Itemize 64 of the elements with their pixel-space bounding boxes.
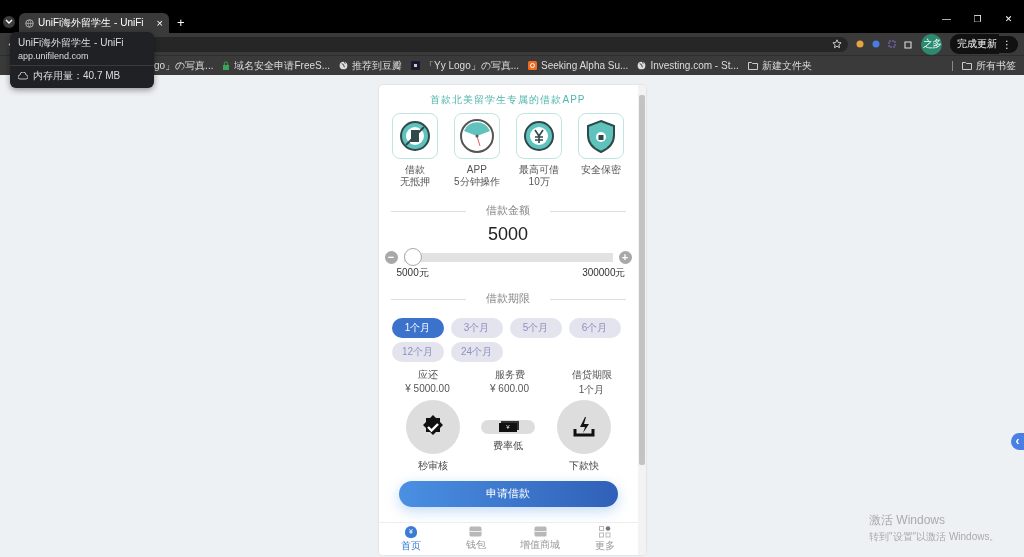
tooltip-title: UniFi海外留学生 - UniFi xyxy=(18,36,125,50)
globe-icon xyxy=(25,18,34,28)
bookmark-link[interactable]: 「Yy Logo」の写真... xyxy=(411,58,520,73)
browser-tab[interactable]: UniFi海外留学生 - UniFi × xyxy=(19,13,169,33)
close-tab-button[interactable]: × xyxy=(156,17,163,29)
summary-label: 借贷期限 xyxy=(571,368,612,382)
memory-usage: 内存用量：40.7 MB xyxy=(33,69,121,83)
feature-label: 安全保密 xyxy=(581,164,622,176)
yen-coin-icon xyxy=(523,120,556,152)
site-logo-icon xyxy=(528,61,538,70)
perk-label: 费率低 xyxy=(493,439,523,453)
apply-loan-button[interactable]: 申请借款 xyxy=(398,481,618,507)
grid-icon xyxy=(599,525,612,538)
activation-title: 激活 Windows xyxy=(869,512,946,529)
bookmark-link[interactable]: 域名安全申请FreeS... xyxy=(222,58,331,73)
section-title: 借款金额 xyxy=(486,204,530,218)
loan-amount: 5000 xyxy=(486,224,529,245)
bookmark-link[interactable]: Investing.com - St... xyxy=(637,60,739,71)
square-logo-icon xyxy=(411,61,421,70)
term-option[interactable]: 1个月 xyxy=(391,318,444,338)
feature-label: APP 5分钟操作 xyxy=(454,164,500,188)
star-icon[interactable] xyxy=(832,39,842,49)
summary-value: ¥ 5000.00 xyxy=(405,383,450,394)
perk-label: 下款快 xyxy=(568,459,599,473)
no-pledge-icon xyxy=(398,120,431,152)
summary-value: ¥ 600.00 xyxy=(490,383,529,394)
folder-icon xyxy=(962,61,972,70)
headline: 首款北美留学生专属的借款APP xyxy=(429,93,587,107)
feature-label: 最高可借 10万 xyxy=(519,164,560,188)
cloud-icon xyxy=(18,72,28,80)
section-title: 借款期限 xyxy=(486,292,530,306)
globe-icon xyxy=(637,61,647,70)
summary-value: 1个月 xyxy=(578,383,605,397)
globe-icon xyxy=(339,61,349,70)
update-button[interactable]: 完成更新 xyxy=(950,34,999,54)
profile-avatar[interactable]: 之多 xyxy=(921,33,942,55)
all-bookmarks-folder[interactable]: 所有书签 xyxy=(962,58,1016,73)
summary-label: 应还 xyxy=(417,368,438,382)
download-bolt-icon xyxy=(571,415,596,439)
bookmark-link[interactable]: 新建文件夹 xyxy=(747,58,812,73)
activation-text: 转到"设置"以激活 Windows。 xyxy=(869,530,1000,544)
wallet-icon xyxy=(469,526,483,537)
bookmark-link[interactable]: Seeking Alpha Su... xyxy=(528,60,629,71)
lock-icon xyxy=(222,61,231,70)
min-amount: 5000元 xyxy=(396,266,429,280)
bookmark-link[interactable]: go」の写真... xyxy=(154,58,214,73)
side-drawer-handle[interactable]: ‹ xyxy=(1011,433,1024,450)
max-amount: 300000元 xyxy=(582,266,626,280)
window-control-button[interactable]: ❐ xyxy=(962,14,993,24)
bookmark-link[interactable]: 推荐到豆瓣 xyxy=(339,58,403,73)
wallet-icon xyxy=(533,526,547,537)
shield-lock-icon xyxy=(586,119,617,153)
new-tab-button[interactable]: + xyxy=(177,15,185,30)
slider-thumb[interactable] xyxy=(403,248,422,266)
menu-button[interactable]: ⋮ xyxy=(999,35,1018,53)
folder-icon xyxy=(747,61,758,70)
window-control-button[interactable]: ✕ xyxy=(993,14,1024,24)
chevron-down-icon xyxy=(5,19,13,25)
tooltip-url: app.unifilend.com xyxy=(10,51,154,66)
tab-search-button[interactable] xyxy=(3,16,15,28)
perk-label: 秒审核 xyxy=(417,459,448,473)
feature-label: 借款 无抵押 xyxy=(399,164,430,188)
window-control-button[interactable]: — xyxy=(931,14,962,24)
summary-label: 服务费 xyxy=(494,368,525,382)
